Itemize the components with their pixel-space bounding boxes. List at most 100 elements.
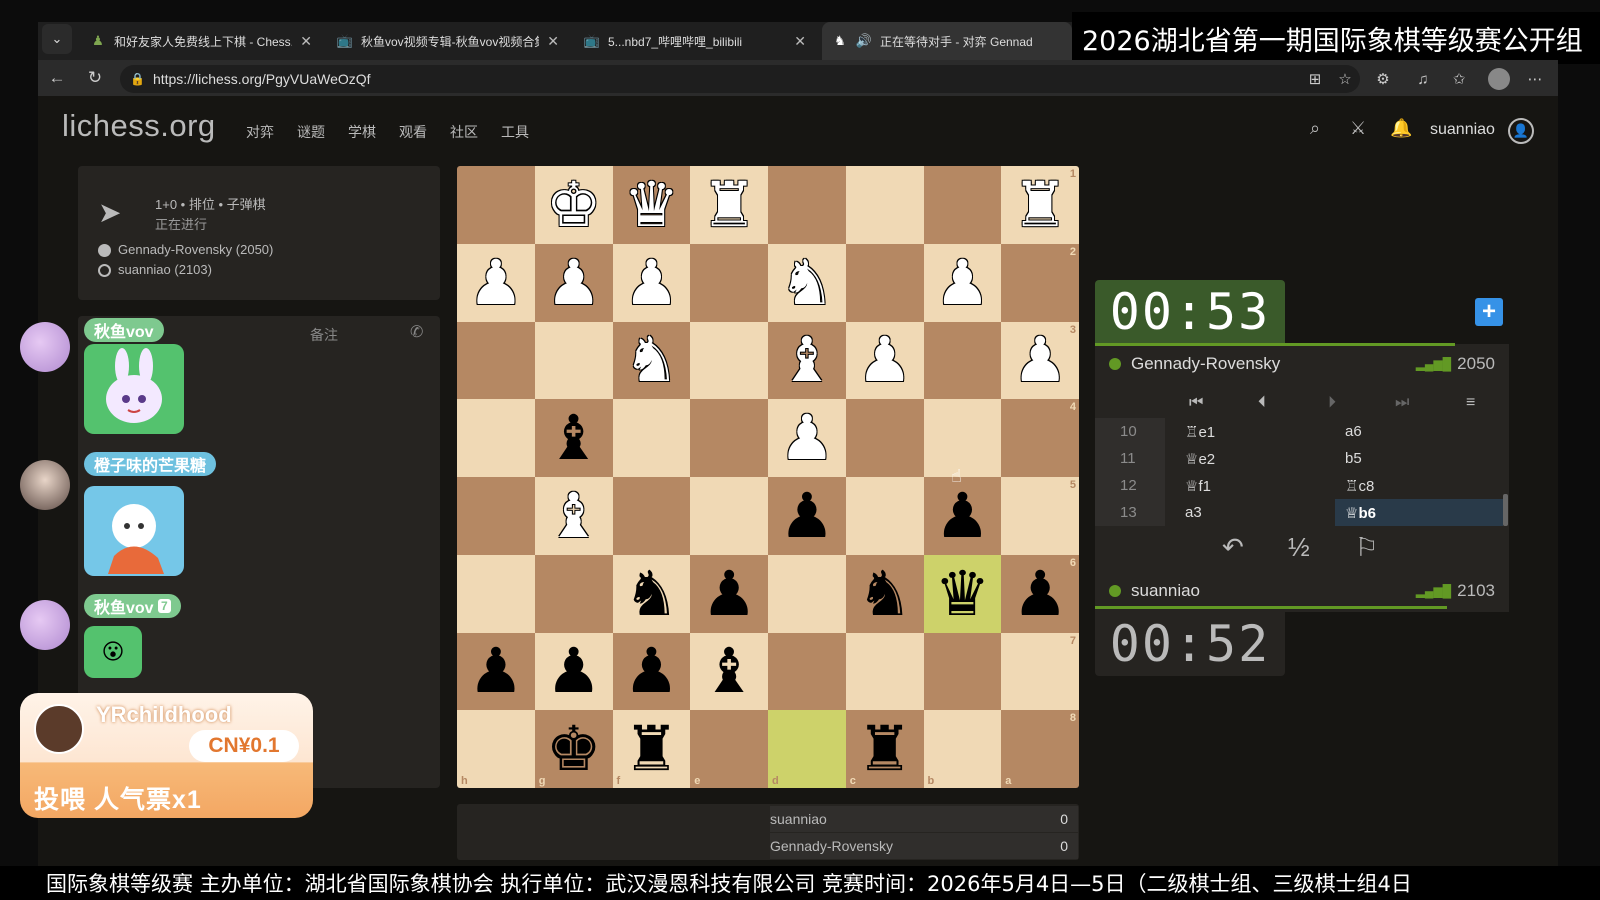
square-e7[interactable]: ♝	[690, 632, 768, 711]
white-knight-icon[interactable]: ♞	[779, 251, 835, 314]
black-player-link[interactable]: suanniao (2103)	[118, 262, 212, 277]
tab-notes[interactable]: 备注	[310, 325, 338, 345]
search-icon[interactable]: ⌕	[1310, 118, 1320, 139]
close-icon[interactable]: ✕	[547, 33, 559, 50]
square-d4[interactable]: ♟	[768, 399, 846, 477]
square-f3[interactable]: ♞	[612, 321, 691, 400]
black-knight-icon[interactable]: ♞	[624, 562, 680, 625]
white-bishop-icon[interactable]: ♝	[779, 329, 835, 391]
scrollbar[interactable]	[1503, 494, 1508, 526]
black-pawn-icon[interactable]: ♟	[546, 640, 602, 702]
black-pawn-icon[interactable]: ♟	[935, 484, 991, 547]
nav-watch[interactable]: 观看	[399, 122, 427, 142]
square-f7[interactable]: ♟	[612, 632, 691, 711]
square-c4[interactable]	[845, 399, 924, 477]
square-h7[interactable]: ♟	[457, 632, 535, 711]
square-g1[interactable]: ♚	[534, 166, 613, 244]
white-knight-icon[interactable]: ♞	[624, 329, 680, 391]
square-d5[interactable]: ♟	[768, 477, 846, 555]
square-c2[interactable]	[845, 243, 924, 322]
nav-tools[interactable]: 工具	[501, 122, 529, 142]
speaker-icon[interactable]: 🔊	[856, 33, 872, 49]
extensions-icon[interactable]: ⚙	[1370, 66, 1396, 92]
square-e1[interactable]: ♜	[690, 166, 768, 244]
next-move-icon[interactable]: ⏵	[1328, 394, 1336, 412]
white-pawn-icon[interactable]: ♟	[1012, 329, 1068, 391]
browser-tab-bilibili-album[interactable]: 📺 秋鱼vov视频专辑-秋鱼vov视频合集 ✕	[327, 22, 569, 60]
black-king-icon[interactable]: ♚	[546, 718, 602, 780]
black-pawn-icon[interactable]: ♟	[468, 640, 524, 702]
square-c6[interactable]: ♞	[845, 554, 924, 633]
white-pawn-icon[interactable]: ♟	[624, 251, 680, 314]
black-rook-icon[interactable]: ♜	[624, 718, 680, 780]
square-h1[interactable]	[457, 166, 535, 244]
browser-tab-lichess[interactable]: ♞ 🔊 正在等待对手 - 对弈 Gennad	[822, 22, 1072, 60]
square-g3[interactable]	[534, 321, 613, 400]
black-pawn-icon[interactable]: ♟	[1012, 562, 1068, 625]
square-f4[interactable]	[612, 399, 691, 477]
first-move-icon[interactable]: ⏮	[1189, 394, 1203, 412]
square-h6[interactable]	[457, 554, 535, 633]
square-e3[interactable]	[690, 321, 768, 400]
square-h8[interactable]: h	[457, 710, 535, 788]
nav-community[interactable]: 社区	[450, 122, 478, 142]
white-pawn-icon[interactable]: ♟	[857, 329, 913, 391]
square-g4[interactable]: ♝	[534, 399, 613, 477]
square-b1[interactable]	[923, 166, 1002, 244]
square-c8[interactable]: c ♜	[845, 710, 924, 788]
black-bishop-icon[interactable]: ♝	[701, 640, 757, 702]
phone-icon[interactable]: ✆	[410, 322, 423, 342]
white-pawn-icon[interactable]: ♟	[935, 251, 991, 314]
square-f2[interactable]: ♟	[612, 243, 691, 322]
square-a5[interactable]: 5	[1001, 477, 1079, 555]
close-icon[interactable]: ✕	[300, 33, 312, 50]
browser-tab-bilibili-video[interactable]: 📺 5...nbd7_哔哩哔哩_bilibili ✕	[574, 22, 816, 60]
black-knight-icon[interactable]: ♞	[857, 562, 913, 625]
black-pawn-icon[interactable]: ♟	[701, 562, 757, 625]
close-icon[interactable]: ✕	[794, 33, 806, 50]
url-field[interactable]: 🔒 https://lichess.org/PgyVUaWeOzQf	[120, 65, 1360, 93]
media-icon[interactable]: ♫	[1410, 66, 1436, 92]
square-g2[interactable]: ♟	[534, 243, 613, 322]
square-c7[interactable]	[845, 632, 924, 711]
white-pawn-icon[interactable]: ♟	[779, 407, 835, 469]
square-h2[interactable]: ♟	[457, 243, 535, 322]
reader-icon[interactable]: ⊞	[1302, 66, 1328, 92]
menu-icon[interactable]: ≡	[1466, 394, 1475, 412]
square-c3[interactable]: ♟	[845, 321, 924, 400]
square-d2[interactable]: ♞	[768, 243, 846, 322]
profile-icon[interactable]	[1486, 66, 1512, 92]
prev-move-icon[interactable]: ⏴	[1258, 394, 1266, 412]
more-icon[interactable]: ⋯	[1522, 66, 1548, 92]
white-king-icon[interactable]: ♚	[546, 173, 602, 236]
white-player-link[interactable]: Gennady-Rovensky (2050)	[118, 242, 273, 257]
back-icon[interactable]: ←	[44, 66, 70, 90]
square-d7[interactable]	[768, 632, 846, 711]
black-bishop-icon[interactable]: ♝	[546, 407, 602, 469]
nav-learn[interactable]: 学棋	[348, 122, 376, 142]
black-queen-icon[interactable]: ♛	[935, 562, 991, 625]
square-h4[interactable]	[457, 399, 535, 477]
nav-puzzles[interactable]: 谜题	[297, 122, 325, 142]
white-pawn-icon[interactable]: ♟	[468, 251, 524, 314]
tab-list-dropdown[interactable]: ⌄	[42, 24, 72, 54]
square-a6[interactable]: 6 ♟	[1001, 554, 1079, 633]
swords-icon[interactable]: ⚔	[1350, 118, 1366, 139]
square-g8[interactable]: g ♚	[534, 710, 613, 788]
square-e8[interactable]: e	[690, 710, 768, 788]
square-h5[interactable]	[457, 477, 535, 555]
white-rook-icon[interactable]: ♜	[701, 173, 757, 236]
black-pawn-icon[interactable]: ♟	[624, 640, 680, 702]
favorites-icon[interactable]: ✩	[1446, 66, 1472, 92]
square-a4[interactable]: 4	[1001, 399, 1079, 477]
last-move-icon[interactable]: ⏭	[1395, 394, 1409, 412]
square-g5[interactable]: ♝	[534, 477, 613, 555]
square-f8[interactable]: f ♜	[612, 710, 691, 788]
square-e2[interactable]	[690, 243, 768, 322]
square-g6[interactable]	[534, 554, 613, 633]
square-d8[interactable]: d	[768, 710, 846, 788]
browser-tab-chesscom[interactable]: ♟ 和好友家人免费线上下棋 - Chess.c ✕	[80, 22, 322, 60]
username-menu[interactable]: suanniao	[1430, 121, 1495, 139]
square-a7[interactable]: 7	[1001, 632, 1079, 711]
chess-board[interactable]: ♚ ♛ ♜ 1 ♜ ♟ ♟ ♟ ♞ ♟ 2 ♞ ♝ ♟ 3 ♟ ♝ ♟ 4 ♝ ♟ ♟ 5 ♞ ♟ ♞ ♛ 6 ♟ ♟ ♟ ♟ ♝ 7 h g ♚ f ♜ e…	[457, 166, 1079, 788]
